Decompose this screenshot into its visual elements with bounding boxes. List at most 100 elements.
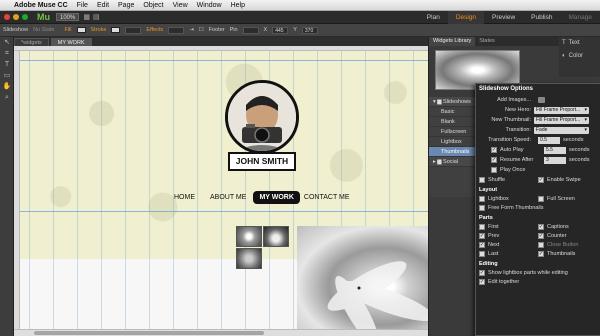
new-thumb-select[interactable]: Fill Frame Proport... xyxy=(534,116,589,124)
full-screen-checkbox[interactable] xyxy=(538,195,544,202)
text-tool-icon[interactable]: T xyxy=(0,59,14,70)
state-select[interactable]: No State xyxy=(33,27,54,33)
widget-blank[interactable]: Blank xyxy=(429,117,477,127)
mode-plan[interactable]: Plan xyxy=(419,11,448,24)
zoom-level-select[interactable]: 100% xyxy=(56,13,80,21)
first-checkbox[interactable] xyxy=(479,223,485,230)
enable-swipe-checkbox[interactable]: ✓ xyxy=(538,176,544,183)
tab-states[interactable]: States xyxy=(475,37,499,46)
nav-my-work[interactable]: MY WORK xyxy=(253,191,300,204)
resume-checkbox[interactable]: ✓ xyxy=(491,157,497,163)
free-form-checkbox[interactable] xyxy=(479,204,485,211)
side-color-label: Color xyxy=(568,53,583,59)
zoom-window-icon[interactable] xyxy=(22,14,28,20)
profile-photo[interactable] xyxy=(225,80,299,154)
hand-tool-icon[interactable]: ✋ xyxy=(0,81,14,92)
widgets-group-slideshows[interactable]: ▾ ▆ Slideshows xyxy=(429,97,477,107)
crop-tool-icon[interactable]: ⌗ xyxy=(0,48,14,59)
menu-edit[interactable]: Edit xyxy=(97,2,109,9)
group-label: Slideshows xyxy=(443,99,471,105)
captions-checkbox[interactable]: ✓ xyxy=(538,223,544,230)
tab-widgets[interactable]: *widgets xyxy=(14,38,49,46)
menu-help[interactable]: Help xyxy=(231,2,245,9)
widget-fullscreen[interactable]: Fullscreen xyxy=(429,127,477,137)
minimize-window-icon[interactable] xyxy=(13,14,19,20)
play-once-checkbox[interactable] xyxy=(491,167,497,173)
mode-preview[interactable]: Preview xyxy=(484,11,523,24)
shuffle-checkbox[interactable] xyxy=(479,176,485,183)
footer-checkbox-icon[interactable]: ☐ xyxy=(199,27,204,33)
rectangle-tool-icon[interactable]: ▭ xyxy=(0,70,14,81)
selection-tool-icon[interactable]: ↖ xyxy=(0,37,14,48)
effects-field[interactable] xyxy=(168,26,185,34)
effects-label[interactable]: Effects xyxy=(146,27,163,33)
folder-icon[interactable] xyxy=(538,97,545,103)
tab-widgets-library[interactable]: Widgets Library xyxy=(429,37,476,46)
fill-swatch[interactable] xyxy=(76,27,86,33)
fill-label[interactable]: Fill xyxy=(64,27,71,33)
speed-stepper[interactable]: 0.5 xyxy=(538,136,560,144)
header-guide[interactable] xyxy=(20,60,428,61)
side-text[interactable]: T Text xyxy=(559,37,600,50)
slideshow-thumbnail[interactable] xyxy=(236,226,262,247)
zoom-tool-icon[interactable]: ⌕ xyxy=(0,92,14,103)
autoplay-checkbox[interactable]: ✓ xyxy=(491,147,497,153)
next-checkbox[interactable]: ✓ xyxy=(479,241,485,248)
stroke-width-field[interactable] xyxy=(125,26,142,34)
edit-together-checkbox[interactable]: ✓ xyxy=(479,278,485,285)
close-button-checkbox[interactable] xyxy=(538,241,544,248)
app-name[interactable]: Adobe Muse CC xyxy=(14,2,68,9)
thumbnails-checkbox[interactable]: ✓ xyxy=(538,250,544,257)
edit-together-label: Edit together xyxy=(488,278,520,285)
slideshow-thumbnail[interactable] xyxy=(236,248,262,269)
new-hero-select[interactable]: Fill Frame Proport... xyxy=(534,106,589,114)
widget-basic[interactable]: Basic xyxy=(429,107,477,117)
captions-label: Captions xyxy=(547,223,569,230)
nav-contact-me[interactable]: CONTACT ME xyxy=(304,194,350,201)
menu-object[interactable]: Object xyxy=(143,2,163,9)
menu-page[interactable]: Page xyxy=(118,2,134,9)
arrange-icon[interactable]: ▤ xyxy=(93,13,100,21)
autoplay-stepper[interactable]: 5.5 xyxy=(544,146,566,154)
scrollbar-thumb[interactable] xyxy=(34,331,264,335)
nav-guide[interactable] xyxy=(20,211,428,212)
horizontal-scrollbar[interactable] xyxy=(14,329,428,336)
counter-checkbox[interactable]: ✓ xyxy=(538,232,544,239)
slideshow-thumbnail[interactable] xyxy=(263,226,289,247)
slideshow-options-panel: Slideshow Options Add Images... New Hero… xyxy=(475,83,600,336)
menu-file[interactable]: File xyxy=(77,2,88,9)
nav-home[interactable]: HOME xyxy=(174,194,195,201)
wrap-icon[interactable]: ⇥ xyxy=(189,27,194,33)
site-name-box[interactable]: JOHN SMITH xyxy=(228,152,296,171)
menu-view[interactable]: View xyxy=(173,2,188,9)
lightbox-checkbox[interactable] xyxy=(479,195,485,202)
widget-thumbnails[interactable]: Thumbnails xyxy=(429,147,477,157)
mode-manage[interactable]: Manage xyxy=(561,11,600,24)
layout-icon[interactable]: ▦ xyxy=(83,13,90,21)
x-field[interactable]: 445 xyxy=(272,26,289,34)
next-label: Next xyxy=(488,241,500,248)
prev-checkbox[interactable]: ✓ xyxy=(479,232,485,239)
pin-select[interactable] xyxy=(242,26,259,34)
add-images-label[interactable]: Add Images... xyxy=(479,97,534,103)
slideshow-hero-image[interactable] xyxy=(297,226,428,336)
first-label: First xyxy=(488,223,499,230)
play-once-row: Play Once xyxy=(479,165,597,175)
side-color[interactable]: ◐ Color xyxy=(559,50,600,63)
widget-lightbox[interactable]: Lightbox xyxy=(429,137,477,147)
stroke-swatch[interactable] xyxy=(111,27,121,33)
design-canvas[interactable]: JOHN SMITH HOME ABOUT ME MY WORK CONTACT… xyxy=(14,46,428,336)
show-lightbox-checkbox[interactable]: ✓ xyxy=(479,269,485,276)
stroke-label[interactable]: Stroke xyxy=(91,27,107,33)
mode-design[interactable]: Design xyxy=(447,11,485,24)
close-window-icon[interactable] xyxy=(4,14,10,20)
y-field[interactable]: 370 xyxy=(301,26,318,34)
resume-stepper[interactable]: 3 xyxy=(544,156,566,164)
transition-select[interactable]: Fade xyxy=(534,126,589,134)
nav-about-me[interactable]: ABOUT ME xyxy=(210,194,246,201)
mode-publish[interactable]: Publish xyxy=(523,11,560,24)
last-checkbox[interactable] xyxy=(479,250,485,257)
menu-window[interactable]: Window xyxy=(197,2,222,9)
widgets-group-social[interactable]: ▸ ▆ Social xyxy=(429,157,477,167)
tab-my-work[interactable]: MY WORK xyxy=(50,38,92,46)
